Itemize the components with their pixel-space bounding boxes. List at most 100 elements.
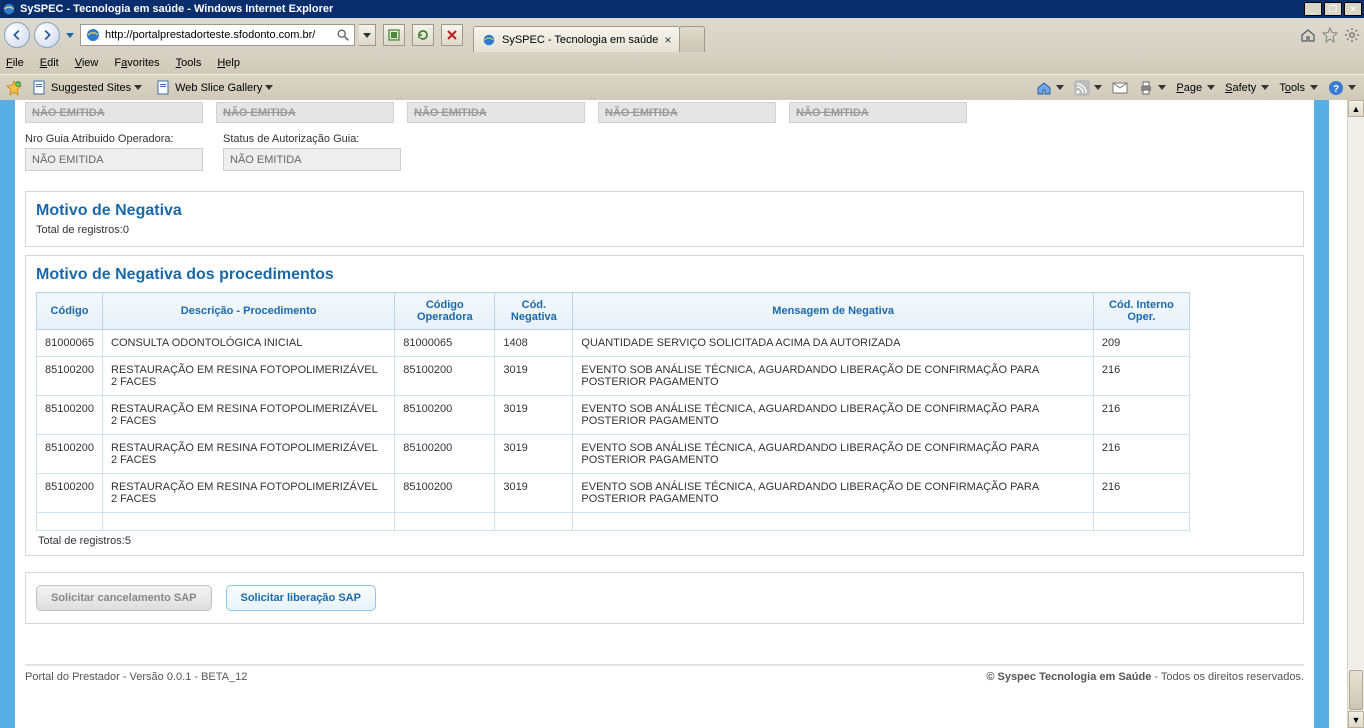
favorites-bar: + Suggested Sites Web Slice Gallery Page… bbox=[0, 74, 1364, 100]
menu-file[interactable]: File bbox=[6, 57, 24, 69]
compat-view-button[interactable] bbox=[383, 24, 405, 46]
table-row: 85100200RESTAURAÇÃO EM RESINA FOTOPOLIME… bbox=[37, 357, 1190, 396]
viewport: NÃO EMITIDA NÃO EMITIDA NÃO EMITIDA NÃO … bbox=[0, 100, 1364, 728]
table-cell: 85100200 bbox=[37, 435, 103, 474]
table-row-empty bbox=[37, 513, 1190, 531]
chevron-down-icon bbox=[1207, 85, 1215, 90]
motivo-negativa-title: Motivo de Negativa bbox=[36, 202, 1293, 220]
new-tab-button[interactable] bbox=[679, 26, 705, 52]
menu-tools[interactable]: Tools bbox=[176, 57, 202, 69]
suggested-sites-label: Suggested Sites bbox=[51, 82, 131, 94]
status-box: NÃO EMITIDA bbox=[789, 102, 967, 123]
table-cell: 85100200 bbox=[395, 357, 495, 396]
chevron-down-icon bbox=[1056, 85, 1064, 90]
menu-favorites[interactable]: Favorites bbox=[114, 57, 159, 69]
vertical-scrollbar[interactable]: ▲ ▼ bbox=[1347, 100, 1364, 728]
menu-help[interactable]: Help bbox=[217, 57, 240, 69]
chevron-down-icon bbox=[1310, 85, 1318, 90]
footer-copyright: © Syspec Tecnologia em Saúde bbox=[986, 671, 1151, 683]
table-row: 85100200RESTAURAÇÃO EM RESINA FOTOPOLIME… bbox=[37, 396, 1190, 435]
table-cell: RESTAURAÇÃO EM RESINA FOTOPOLIMERIZÁVEL … bbox=[103, 396, 395, 435]
read-mail-button[interactable] bbox=[1110, 80, 1130, 96]
table-cell bbox=[395, 513, 495, 531]
solicitar-liberacao-button[interactable]: Solicitar liberação SAP bbox=[226, 585, 376, 611]
chevron-down-icon bbox=[1348, 85, 1356, 90]
refresh-button[interactable] bbox=[412, 24, 434, 46]
table-cell: EVENTO SOB ANÁLISE TÉCNICA, AGUARDANDO L… bbox=[573, 474, 1093, 513]
table-cell: QUANTIDADE SERVIÇO SOLICITADA ACIMA DA A… bbox=[573, 330, 1093, 357]
status-box: NÃO EMITIDA bbox=[25, 102, 203, 123]
table-cell: 85100200 bbox=[395, 474, 495, 513]
motivo-negativa-panel: Motivo de Negativa Total de registros:0 bbox=[25, 191, 1304, 247]
table-cell: 209 bbox=[1093, 330, 1189, 357]
page-icon bbox=[156, 80, 172, 96]
ie-tab-icon bbox=[482, 33, 496, 47]
nro-guia-field: NÃO EMITIDA bbox=[25, 148, 203, 171]
chevron-down-icon bbox=[265, 85, 273, 90]
web-slice-button[interactable]: Web Slice Gallery bbox=[152, 78, 277, 98]
feeds-split-button[interactable] bbox=[1072, 80, 1104, 96]
safety-menu-button[interactable]: Safety bbox=[1223, 82, 1271, 94]
table-cell: 216 bbox=[1093, 474, 1189, 513]
table-row: 85100200RESTAURAÇÃO EM RESINA FOTOPOLIME… bbox=[37, 435, 1190, 474]
table-cell: 3019 bbox=[495, 474, 573, 513]
add-favorite-icon[interactable]: + bbox=[6, 80, 22, 96]
minimize-button[interactable]: _ bbox=[1304, 2, 1322, 16]
favorites-star-icon[interactable] bbox=[1322, 27, 1338, 43]
scroll-track[interactable] bbox=[1348, 117, 1364, 711]
url-input[interactable] bbox=[105, 25, 332, 45]
forward-button[interactable] bbox=[34, 22, 60, 48]
help-split-button[interactable]: ? bbox=[1326, 80, 1358, 96]
back-button[interactable] bbox=[4, 22, 30, 48]
status-box: NÃO EMITIDA bbox=[216, 102, 394, 123]
procedimentos-total: Total de registros:5 bbox=[36, 531, 1301, 547]
suggested-sites-button[interactable]: Suggested Sites bbox=[28, 78, 146, 98]
table-cell: 1408 bbox=[495, 330, 573, 357]
tools-gear-icon[interactable] bbox=[1344, 27, 1360, 43]
scroll-thumb[interactable] bbox=[1349, 670, 1363, 710]
table-cell: EVENTO SOB ANÁLISE TÉCNICA, AGUARDANDO L… bbox=[573, 435, 1093, 474]
col-mensagem: Mensagem de Negativa bbox=[573, 293, 1093, 330]
table-cell: 85100200 bbox=[395, 396, 495, 435]
footer-right: © Syspec Tecnologia em Saúde - Todos os … bbox=[986, 671, 1304, 683]
stop-button[interactable] bbox=[441, 24, 463, 46]
recent-pages-dropdown-icon[interactable] bbox=[66, 33, 74, 38]
home-icon bbox=[1036, 80, 1052, 96]
status-guia-field: NÃO EMITIDA bbox=[223, 148, 401, 171]
solicitar-cancelamento-button[interactable]: Solicitar cancelamento SAP bbox=[36, 585, 212, 611]
scroll-down-button[interactable]: ▼ bbox=[1348, 711, 1364, 728]
print-split-button[interactable] bbox=[1136, 80, 1168, 96]
table-cell: 85100200 bbox=[37, 396, 103, 435]
tab-close-icon[interactable]: × bbox=[664, 33, 671, 47]
action-panel: Solicitar cancelamento SAP Solicitar lib… bbox=[25, 572, 1304, 624]
table-cell: RESTAURAÇÃO EM RESINA FOTOPOLIMERIZÁVEL … bbox=[103, 435, 395, 474]
table-cell bbox=[103, 513, 395, 531]
scroll-up-button[interactable]: ▲ bbox=[1348, 100, 1364, 117]
status-box: NÃO EMITIDA bbox=[598, 102, 776, 123]
menu-view[interactable]: View bbox=[75, 57, 99, 69]
address-dropdown[interactable] bbox=[359, 24, 376, 46]
maximize-button[interactable]: ❐ bbox=[1324, 2, 1342, 16]
home-split-button[interactable] bbox=[1034, 80, 1066, 96]
status-box: NÃO EMITIDA bbox=[407, 102, 585, 123]
search-icon[interactable] bbox=[336, 28, 350, 42]
menu-edit[interactable]: Edit bbox=[40, 57, 59, 69]
chevron-down-icon bbox=[1094, 85, 1102, 90]
table-cell: 216 bbox=[1093, 396, 1189, 435]
tools-menu-label: Tools bbox=[1279, 82, 1305, 94]
rss-icon bbox=[1074, 80, 1090, 96]
tools-menu-button[interactable]: Tools bbox=[1277, 82, 1320, 94]
address-bar[interactable] bbox=[80, 24, 355, 46]
home-icon[interactable] bbox=[1300, 27, 1316, 43]
web-slice-label: Web Slice Gallery bbox=[175, 82, 262, 94]
guia-form-row: Nro Guia Atribuido Operadora: NÃO EMITID… bbox=[15, 123, 1314, 183]
page-menu-button[interactable]: Page bbox=[1174, 82, 1217, 94]
mail-icon bbox=[1112, 80, 1128, 96]
table-cell: 216 bbox=[1093, 357, 1189, 396]
page-content: NÃO EMITIDA NÃO EMITIDA NÃO EMITIDA NÃO … bbox=[0, 100, 1347, 728]
close-button[interactable]: ✕ bbox=[1344, 2, 1362, 16]
menu-bar: File Edit View Favorites Tools Help bbox=[0, 52, 1364, 74]
chevron-down-icon bbox=[1261, 85, 1269, 90]
table-cell: 85100200 bbox=[37, 357, 103, 396]
tab-syspec[interactable]: SySPEC - Tecnologia em saúde × bbox=[473, 26, 680, 52]
